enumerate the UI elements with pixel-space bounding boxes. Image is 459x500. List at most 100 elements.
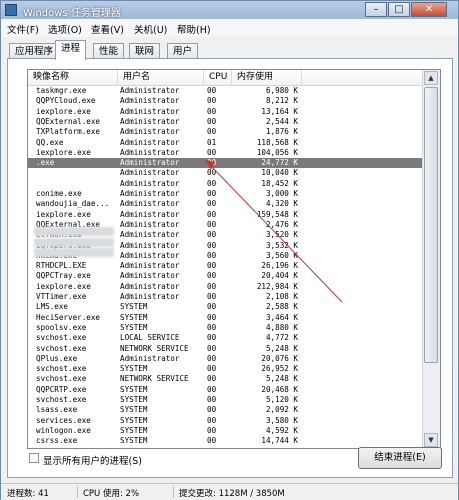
table-row[interactable]: svchost.exe NETWORK SERVICE 00 5,248 K (28, 374, 424, 384)
menu-view[interactable]: 查看(V) (91, 22, 124, 36)
table-row[interactable]: QQ.exe Administrator 01 118,568 K (28, 138, 424, 148)
cell-mem: 26,952 K (261, 364, 298, 374)
table-row[interactable]: QQPCTray.exe Administrator 00 20,404 K (28, 271, 424, 281)
show-all-users-checkbox[interactable] (29, 453, 39, 463)
cell-cpu: 00 (207, 261, 217, 271)
table-row[interactable]: csrss.exe SYSTEM 00 14,744 K (28, 436, 424, 446)
cpu-usage: CPU 使用: 2% (83, 489, 140, 499)
cell-user: Administrator (120, 281, 180, 291)
table-row[interactable]: iexplore.exe Administrator 00 159,548 K (28, 210, 424, 220)
table-row[interactable]: winlogon.exe SYSTEM 00 4,592 K (28, 426, 424, 436)
column-cpu[interactable]: CPU (204, 70, 232, 85)
table-row[interactable]: svchost.exe SYSTEM 00 26,952 K (28, 364, 424, 374)
scroll-down-arrow-icon[interactable]: ▼ (424, 433, 438, 447)
table-row[interactable]: HeciServer.exe SYSTEM 00 3,464 K (28, 313, 424, 323)
cell-name: QQExternal.exe (36, 116, 101, 126)
table-row[interactable]: svchost.exe NETWORK SERVICE 00 5,248 K (28, 344, 424, 354)
table-row[interactable]: QPlus.exe Administrator 00 20,076 K (28, 354, 424, 364)
cell-user: SYSTEM (120, 364, 148, 374)
table-row[interactable]: LMS.exe SYSTEM 00 2,588 K (28, 302, 424, 312)
table-row[interactable]: QQExternal.exe Administrator 00 2,544 K (28, 117, 424, 127)
cell-name: winlogon.exe (36, 425, 91, 435)
table-row[interactable]: taskmgr.exe Administrator 00 6,980 K (28, 86, 424, 96)
table-row[interactable]: spoolsv.exe SYSTEM 00 4,880 K (28, 323, 424, 333)
cell-mem: 3,532 K (265, 240, 298, 250)
scroll-up-arrow-icon[interactable]: ▲ (424, 71, 438, 85)
column-image-name[interactable]: 映像名称 (28, 70, 118, 85)
menu-shutdown[interactable]: 关机(U) (134, 22, 167, 36)
tab-networking[interactable]: 联网 (129, 43, 161, 59)
cell-mem: 3,560 K (265, 250, 298, 260)
cell-user: NETWORK SERVICE (120, 343, 189, 353)
cell-mem: 10,040 K (261, 168, 298, 178)
table-row[interactable]: QQPYCloud.exe Administrator 00 8,212 K (28, 96, 424, 106)
table-row[interactable]: VTTimer.exe Administrator 00 2,108 K (28, 292, 424, 302)
cell-user: Administrator (120, 271, 180, 281)
cell-name: svchost.exe (36, 333, 87, 343)
cell-user: Administrator (120, 292, 180, 301)
cell-name: TXPlatform.exe (36, 127, 101, 137)
cell-user: Administrator (120, 106, 180, 116)
cell-user: Administrator (120, 147, 180, 157)
redaction-blur (34, 227, 114, 236)
table-row[interactable]: wandoujia_dae... Administrator 00 4,320 K (28, 199, 424, 209)
column-memory[interactable]: 内存使用 (232, 70, 302, 85)
cell-cpu: 00 (207, 343, 217, 353)
table-row[interactable]: svchost.exe LOCAL SERVICE 00 4,772 K (28, 333, 424, 343)
minimize-button[interactable]: – (365, 2, 387, 17)
table-row[interactable]: RTHDCPL.EXE Administrator 00 26,196 K (28, 261, 424, 271)
table-row[interactable]: .exe Administrator 00 24,772 K (28, 158, 424, 169)
cell-cpu: 00 (207, 106, 217, 116)
cell-user: NETWORK SERVICE (120, 374, 189, 384)
table-row[interactable]: Administrator 00 18,452 K (28, 179, 424, 189)
table-row[interactable]: iexplore.exe Administrator 00 104,056 K (28, 148, 424, 158)
cell-name: spoolsv.exe (36, 322, 87, 332)
table-row[interactable]: Administrator 00 10,040 K (28, 168, 424, 178)
table-row[interactable]: lsass.exe SYSTEM 00 2,092 K (28, 405, 424, 415)
vertical-scrollbar[interactable]: ▲ ▼ (422, 70, 440, 448)
cell-cpu: 00 (207, 147, 217, 157)
cell-mem: 20,468 K (261, 384, 298, 394)
cell-user: SYSTEM (120, 415, 148, 425)
table-row[interactable]: conime.exe Administrator 00 3,000 K (28, 189, 424, 199)
menu-help[interactable]: 帮助(H) (177, 22, 211, 36)
redaction-blur (34, 248, 114, 257)
cell-mem: 2,092 K (265, 405, 298, 415)
cell-name: RTHDCPL.EXE (36, 261, 87, 271)
cell-name: QQPYCloud.exe (36, 96, 96, 106)
maximize-button[interactable]: □ (388, 2, 410, 17)
cell-mem: 4,320 K (265, 199, 298, 209)
table-row[interactable]: TXPlatform.exe Administrator 00 1,876 K (28, 127, 424, 137)
tab-applications[interactable]: 应用程序 (9, 43, 60, 59)
end-process-button[interactable]: 结束进程(E) (358, 447, 442, 469)
task-manager-window: Windows 任务管理器 – □ ✕ 文件(F) 选项(O) 查看(V) 关机… (0, 0, 459, 500)
cell-cpu: 00 (207, 395, 217, 404)
tab-users[interactable]: 用户 (167, 43, 199, 59)
column-user-name[interactable]: 用户名 (118, 70, 204, 85)
cell-user: SYSTEM (120, 302, 148, 312)
menu-options[interactable]: 选项(O) (48, 22, 82, 36)
close-button[interactable]: ✕ (411, 2, 447, 17)
cell-mem: 3,580 K (265, 415, 298, 425)
cell-name: QQPCTray.exe (36, 271, 91, 281)
cell-mem: 20,076 K (261, 353, 298, 363)
cell-user: Administrator (120, 86, 180, 95)
tab-processes[interactable]: 进程 (55, 40, 87, 60)
table-row[interactable]: iexplore.exe Administrator 00 13,164 K (28, 107, 424, 117)
cell-cpu: 00 (207, 322, 217, 332)
cell-cpu: 01 (207, 137, 217, 147)
table-row[interactable]: QQPCRTP.exe SYSTEM 00 20,468 K (28, 385, 424, 395)
scroll-thumb[interactable] (424, 87, 438, 363)
cell-name: iexplore.exe (36, 147, 91, 157)
cell-name: wandoujia_dae... (36, 199, 110, 209)
commit-charge: 提交更改: 1128M / 3850M (179, 489, 285, 499)
tab-performance[interactable]: 性能 (93, 43, 125, 59)
table-row[interactable]: services.exe SYSTEM 00 3,580 K (28, 416, 424, 426)
cell-user: Administrator (120, 230, 180, 240)
table-row[interactable]: iexplore.exe Administrator 00 212,984 K (28, 282, 424, 292)
table-row[interactable]: svchost.exe SYSTEM 00 5,120 K (28, 395, 424, 405)
cell-cpu: 00 (207, 86, 217, 95)
process-list[interactable]: 映像名称 用户名 CPU 内存使用 taskmgr.exe Administrat… (27, 69, 441, 449)
cell-name: svchost.exe (36, 364, 87, 374)
menu-file[interactable]: 文件(F) (7, 22, 39, 36)
